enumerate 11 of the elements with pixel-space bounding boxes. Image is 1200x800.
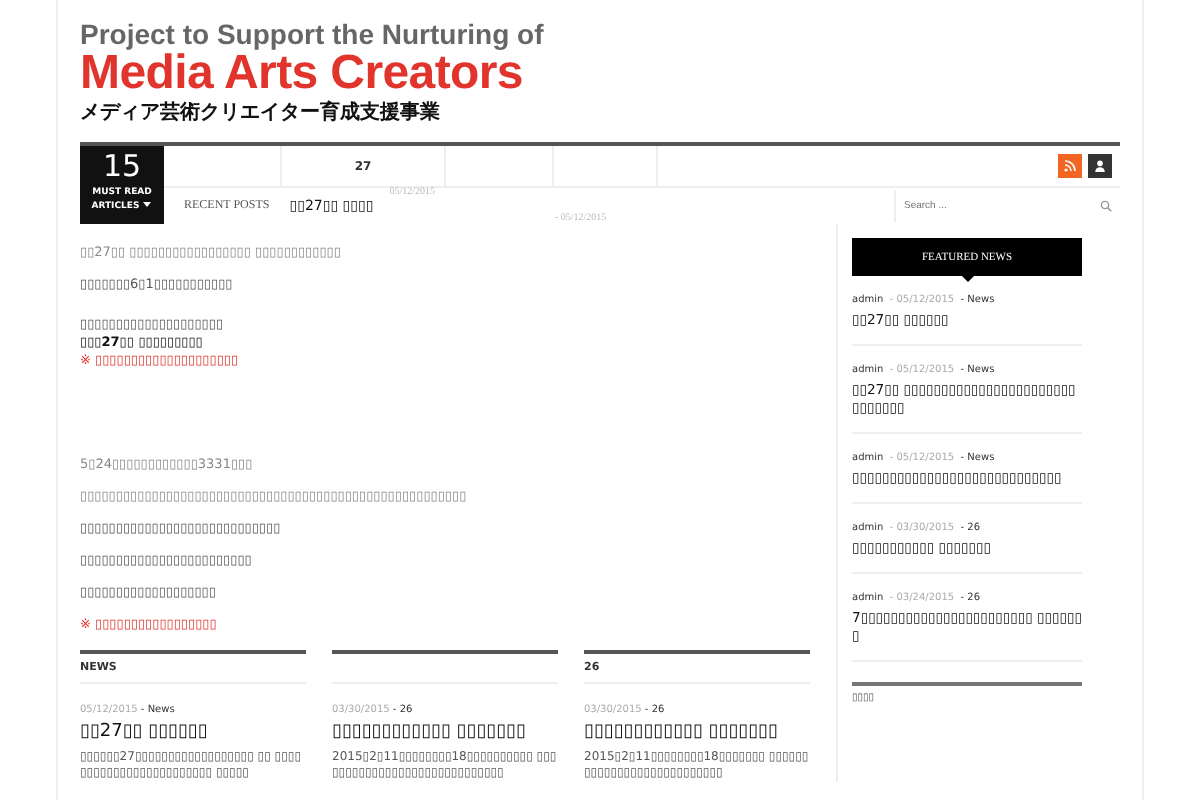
site-title[interactable]: Media Arts Creators (80, 50, 523, 98)
search-icon (1100, 200, 1112, 212)
user-icon (1094, 160, 1106, 172)
post-title[interactable]: ▯▯▯▯▯▯▯▯▯▯▯▯ ▯▯▯▯▯▯▯ (584, 722, 810, 742)
caret-icon (142, 200, 153, 208)
site-tagline: メディア芸術クリエイター育成支援事業 (80, 100, 440, 126)
site-subtitle: Project to Support the Nurturing of (80, 18, 544, 50)
user-button[interactable] (1088, 154, 1112, 178)
post-title[interactable]: ▯▯27▯▯ ▯▯▯▯▯▯ (80, 722, 306, 742)
post-title[interactable]: ▯▯▯▯▯▯▯▯▯▯▯▯ ▯▯▯▯▯▯▯ (332, 722, 558, 742)
rss-icon (1064, 160, 1076, 172)
